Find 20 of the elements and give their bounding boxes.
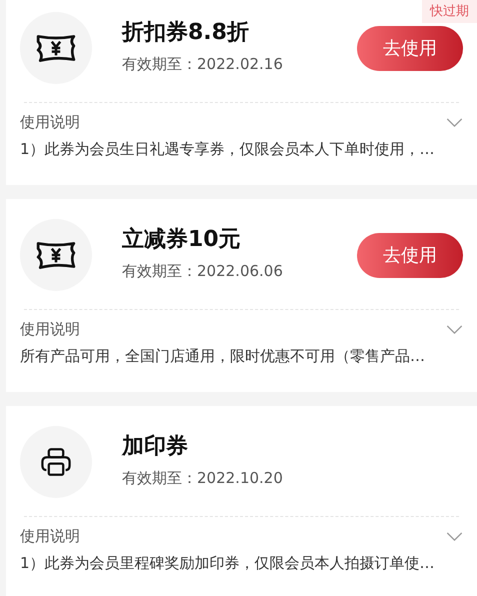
ticket-icon: [35, 32, 77, 64]
chevron-down-icon[interactable]: [446, 532, 463, 541]
instructions-label: 使用说明: [20, 320, 80, 339]
instructions-label: 使用说明: [20, 527, 80, 546]
coupon-title: 加印券: [122, 432, 189, 460]
instructions-text: 1）此券为会员生日礼遇专享券，仅限会员本人下单时使用，…: [20, 140, 436, 159]
use-button[interactable]: 去使用: [357, 232, 463, 278]
instructions-label: 使用说明: [20, 113, 80, 132]
validity-date: 有效期至：2022.02.16: [122, 54, 284, 74]
coupon-title: 立减券10元: [122, 226, 242, 254]
instructions-text: 1）此券为会员里程碑奖励加印券，仅限会员本人拍摄订单使…: [20, 554, 436, 573]
validity-date: 有效期至：2022.10.20: [122, 468, 284, 488]
instructions-text: 所有产品可用，全国门店通用，限时优惠不可用（零售产品…: [20, 347, 426, 366]
coupon-title: 折扣券8.8折: [122, 18, 250, 46]
use-button[interactable]: 去使用: [357, 26, 463, 70]
chevron-down-icon[interactable]: [446, 325, 463, 334]
ticket-icon: [35, 239, 77, 271]
validity-date: 有效期至：2022.06.06: [122, 262, 284, 280]
expiring-badge: 快过期: [422, 0, 477, 23]
chevron-down-icon[interactable]: [446, 118, 463, 127]
